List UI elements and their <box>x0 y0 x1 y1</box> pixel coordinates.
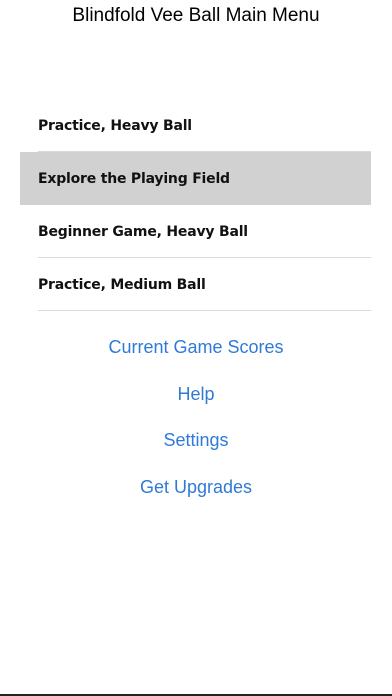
help-link[interactable]: Help <box>0 378 392 425</box>
menu-item-label: Explore the Playing Field <box>38 170 230 187</box>
menu-item-beginner-game-heavy-ball[interactable]: Beginner Game, Heavy Ball <box>20 205 371 258</box>
menu-item-label: Practice, Heavy Ball <box>38 117 192 134</box>
row-separator <box>38 310 371 311</box>
menu-item-explore-playing-field[interactable]: Explore the Playing Field <box>20 152 371 205</box>
game-mode-list: Practice, Heavy Ball Explore the Playing… <box>20 99 371 311</box>
menu-item-practice-heavy-ball[interactable]: Practice, Heavy Ball <box>20 99 371 152</box>
settings-link[interactable]: Settings <box>0 424 392 471</box>
secondary-links: Current Game Scores Help Settings Get Up… <box>0 331 392 517</box>
menu-item-label: Beginner Game, Heavy Ball <box>38 223 248 240</box>
page-title: Blindfold Vee Ball Main Menu <box>72 5 320 26</box>
get-upgrades-link[interactable]: Get Upgrades <box>0 471 392 518</box>
current-game-scores-link[interactable]: Current Game Scores <box>0 331 392 378</box>
main-menu-screen: Blindfold Vee Ball Main Menu Practice, H… <box>0 0 392 696</box>
menu-item-label: Practice, Medium Ball <box>38 276 206 293</box>
menu-item-practice-medium-ball[interactable]: Practice, Medium Ball <box>20 258 371 311</box>
